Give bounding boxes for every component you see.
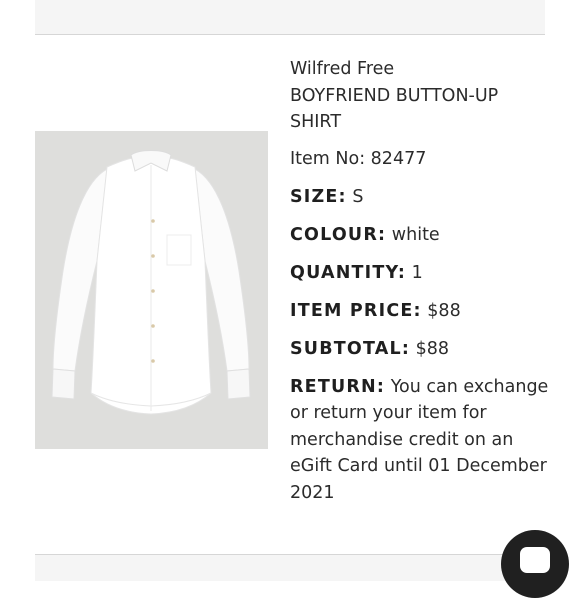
product-brand: Wilfred Free xyxy=(290,59,395,79)
chat-button[interactable] xyxy=(501,530,569,598)
product-name-line2[interactable]: SHIRT xyxy=(290,109,550,136)
item-price-row: ITEM PRICE: $88 xyxy=(290,298,550,325)
item-number: Item No: 82477 xyxy=(290,146,550,173)
return-label: RETURN: xyxy=(290,376,386,397)
subtotal-value: $88 xyxy=(415,338,450,359)
colour-label: COLOUR: xyxy=(290,224,387,245)
subtotal-row: SUBTOTAL: $88 xyxy=(290,336,550,363)
colour-row: COLOUR: white xyxy=(290,222,550,249)
next-item-panel xyxy=(35,554,545,581)
return-row: RETURN: You can exchange or return your … xyxy=(290,374,550,507)
product-name-line1[interactable]: BOYFRIEND BUTTON-UP xyxy=(290,83,550,110)
product-image[interactable] xyxy=(35,131,268,449)
chat-bubble-icon xyxy=(520,547,550,573)
item-number-label: Item No: xyxy=(290,148,366,169)
item-number-value: 82477 xyxy=(370,148,427,169)
shirt-icon xyxy=(51,150,251,415)
colour-value: white xyxy=(391,224,440,245)
quantity-label: QUANTITY: xyxy=(290,262,407,283)
previous-item-panel xyxy=(35,0,545,35)
size-value: S xyxy=(352,186,364,207)
quantity-value: 1 xyxy=(411,262,423,283)
product-details: Wilfred Free BOYFRIEND BUTTON-UP SHIRT I… xyxy=(290,56,550,506)
quantity-row: QUANTITY: 1 xyxy=(290,260,550,287)
item-price-value: $88 xyxy=(427,300,461,321)
item-price-label: ITEM PRICE: xyxy=(290,300,422,321)
size-label: SIZE: xyxy=(290,186,347,207)
subtotal-label: SUBTOTAL: xyxy=(290,338,411,359)
size-row: SIZE: S xyxy=(290,184,550,211)
